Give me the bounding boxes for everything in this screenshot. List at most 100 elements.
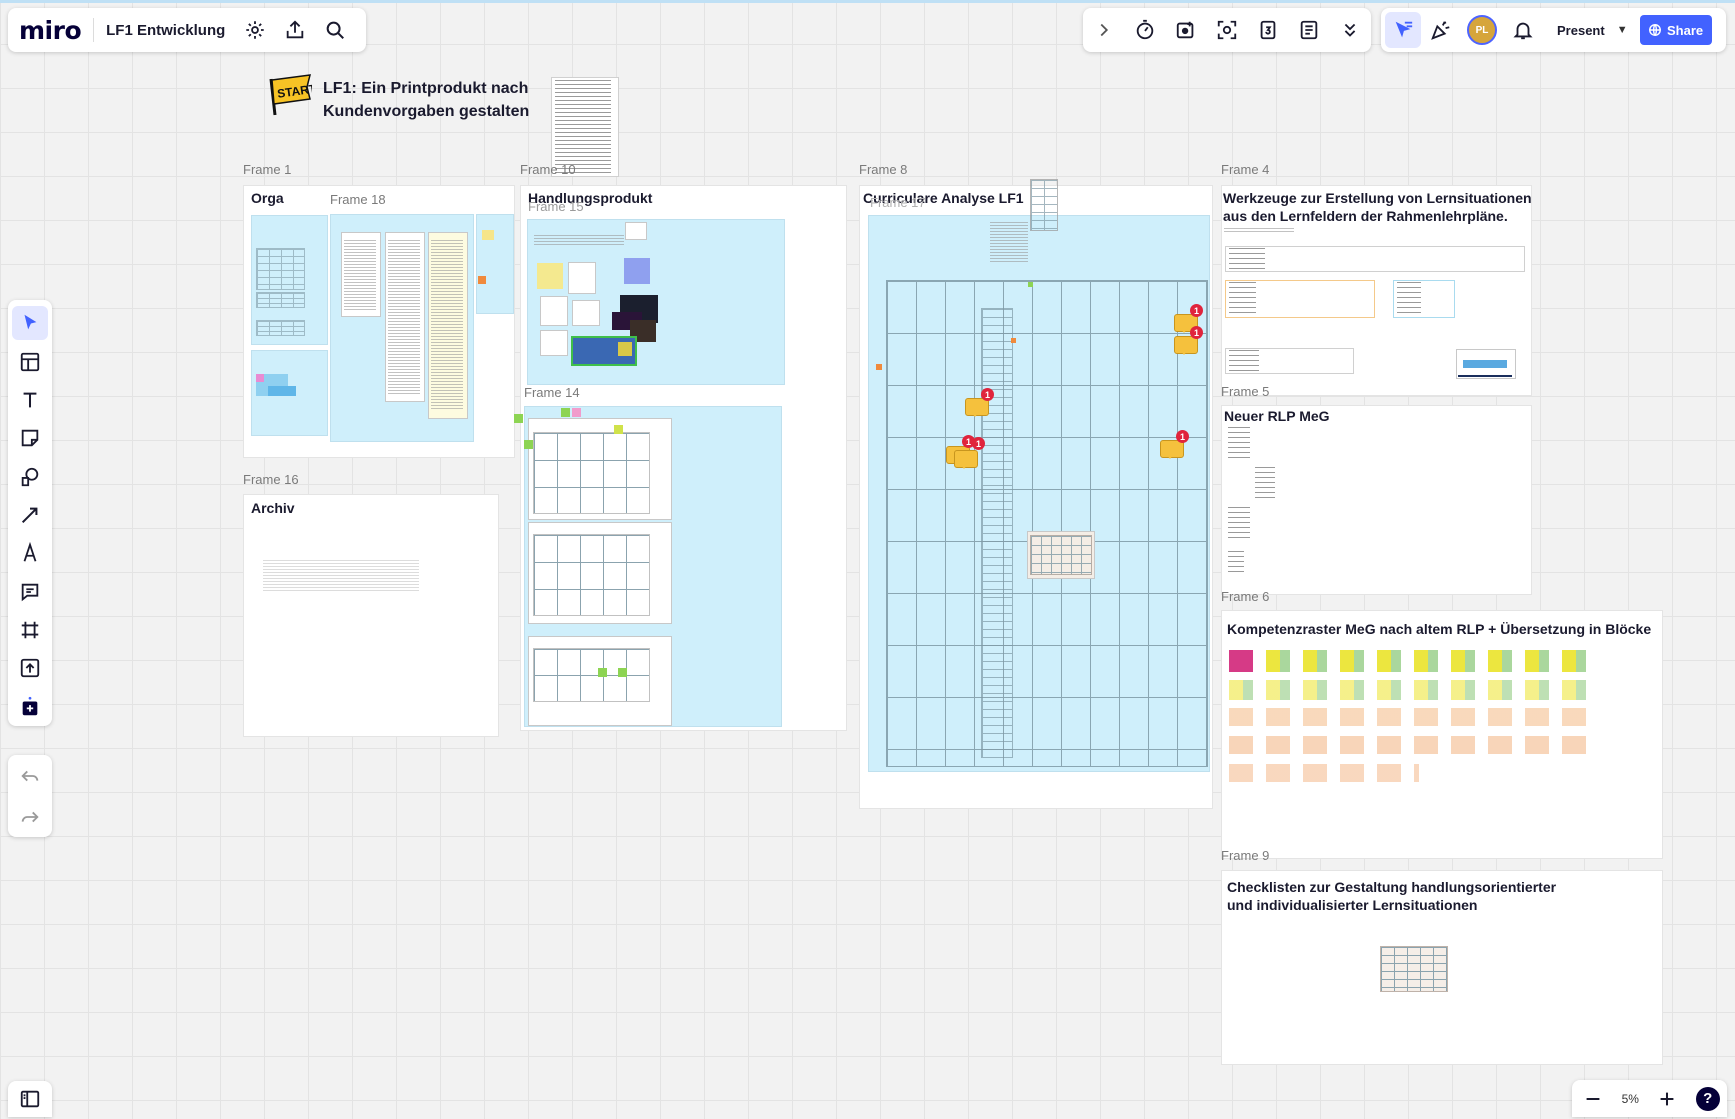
notifications-button[interactable]	[1503, 10, 1543, 50]
start-sticker[interactable]: START	[266, 73, 312, 117]
timer-button[interactable]	[1125, 10, 1165, 50]
undo-icon	[21, 770, 39, 781]
focus-button[interactable]	[1207, 10, 1247, 50]
voting-button[interactable]	[1166, 10, 1206, 50]
notes-button[interactable]	[1289, 10, 1329, 50]
frame-15-card-top[interactable]	[625, 222, 647, 240]
settings-button[interactable]	[235, 10, 275, 50]
frame-5-docs-row-d[interactable]	[1225, 550, 1245, 576]
frame-15-sticky-purple[interactable]	[624, 258, 650, 284]
upload-tool[interactable]	[12, 651, 48, 685]
voting-icon	[1176, 21, 1194, 39]
archiv-mindmap[interactable]	[263, 560, 419, 592]
present-options-chevron-down-icon[interactable]: ▼	[1617, 24, 1628, 36]
cursor-filter-button[interactable]	[1385, 12, 1421, 48]
comment-tool[interactable]	[12, 575, 48, 609]
frame-4-docs-row-a[interactable]	[1225, 246, 1525, 272]
frame-6-color-row-d[interactable]	[1229, 736, 1595, 754]
board-name[interactable]: LF1 Entwicklung	[106, 22, 225, 39]
frame-17-sticky-green[interactable]	[1028, 282, 1033, 287]
frame-4-docs-row-d[interactable]	[1225, 348, 1354, 374]
frame-1-label[interactable]: Frame 1	[243, 162, 291, 177]
miro-logo[interactable]: miro	[19, 16, 82, 45]
frame-15-card-a[interactable]	[568, 262, 596, 294]
frame-15-label[interactable]: Frame 15	[528, 199, 584, 214]
frame-4-diagram-line	[1458, 375, 1512, 377]
frame-6-color-row-e[interactable]	[1229, 764, 1419, 782]
reactions-button[interactable]	[1421, 10, 1461, 50]
frame-tool[interactable]	[12, 613, 48, 647]
frame-5-docs-row-a[interactable]	[1225, 426, 1503, 462]
frame-6-color-row-a[interactable]	[1229, 650, 1595, 672]
frame-6-kompetenzraster[interactable]	[1221, 610, 1663, 859]
frame-17-sticky-orange-b[interactable]	[1011, 338, 1016, 343]
user-avatar[interactable]: PL	[1467, 15, 1497, 45]
frame-5-docs-row-b[interactable]	[1252, 466, 1503, 498]
frame-4-label[interactable]: Frame 4	[1221, 162, 1269, 177]
frame-4-docs-row-c[interactable]	[1393, 280, 1455, 318]
frame-14-sticky-green-c[interactable]	[561, 408, 570, 417]
frame-15-image-yellow[interactable]	[618, 342, 632, 356]
export-button[interactable]	[275, 10, 315, 50]
connector-tool[interactable]	[12, 498, 48, 532]
frame-14-sticky-lime[interactable]	[614, 425, 623, 434]
frame-9-checklist-b[interactable]	[1302, 937, 1342, 1055]
frame-10-label[interactable]: Frame 10	[520, 162, 576, 177]
frame-17-curriculum-table[interactable]	[886, 280, 1208, 767]
frame-16-label[interactable]: Frame 16	[243, 472, 299, 487]
frame-16-archiv[interactable]	[243, 494, 499, 737]
sidebar-toggle-button[interactable]	[8, 1081, 52, 1117]
frame-9-checklist-a[interactable]	[1234, 932, 1276, 990]
comment-marker-e[interactable]	[954, 450, 978, 469]
pen-tool[interactable]	[12, 536, 48, 570]
frame-5-label[interactable]: Frame 5	[1221, 384, 1269, 399]
search-button[interactable]	[315, 10, 355, 50]
templates-tool[interactable]	[12, 344, 48, 378]
frame-8-small-table[interactable]	[1030, 179, 1058, 231]
frame-17-sticky-orange-a[interactable]	[876, 364, 882, 370]
frame-15-card-c[interactable]	[540, 330, 568, 356]
orga-sticky-yellow[interactable]	[482, 230, 494, 240]
expand-toolbar-button[interactable]	[1084, 10, 1124, 50]
add-apps-tool[interactable]	[12, 690, 48, 724]
redo-button[interactable]	[10, 797, 50, 837]
zoom-level[interactable]: 5%	[1622, 1092, 1639, 1106]
help-button[interactable]: ?	[1695, 1086, 1720, 1111]
frame-14-sticky-green-b[interactable]	[524, 440, 533, 449]
frame-15-card-d[interactable]	[572, 300, 600, 326]
frame-17-label[interactable]: Frame 17	[870, 195, 926, 210]
select-tool[interactable]	[12, 306, 48, 341]
frame-14-label[interactable]: Frame 14	[524, 385, 580, 400]
calendar-button[interactable]	[1248, 10, 1288, 50]
text-tool[interactable]	[12, 383, 48, 417]
frame-6-color-cell-pink[interactable]	[1229, 650, 1253, 672]
share-button[interactable]: Share	[1639, 15, 1712, 45]
present-button[interactable]: Present	[1557, 23, 1605, 38]
frame-15-card-b[interactable]	[540, 296, 568, 326]
frame-14-sticky-green-d[interactable]	[598, 668, 607, 677]
frame-14-sticky-green-e[interactable]	[618, 668, 627, 677]
frame-8-label[interactable]: Frame 8	[859, 162, 907, 177]
frame-4-docs-row-b[interactable]	[1225, 280, 1375, 318]
undo-button[interactable]	[10, 756, 50, 796]
board-title[interactable]: LF1: Ein Printprodukt nach Kundenvorgabe…	[323, 77, 529, 123]
shapes-tool[interactable]	[12, 459, 48, 493]
orga-sticky-orange[interactable]	[478, 276, 486, 284]
orga-sticky-pink[interactable]	[256, 374, 264, 382]
frame-9-checklist-table[interactable]	[1380, 946, 1448, 992]
sticky-note-tool[interactable]	[12, 421, 48, 455]
frame-9-label[interactable]: Frame 9	[1221, 848, 1269, 863]
orga-sticky-blue-b[interactable]	[268, 386, 296, 396]
orga-subframe-c[interactable]	[476, 214, 514, 314]
frame-6-color-row-c[interactable]	[1229, 708, 1595, 726]
frame-18-label[interactable]: Frame 18	[330, 192, 386, 207]
zoom-out-button[interactable]	[1579, 1079, 1607, 1119]
zoom-in-button[interactable]	[1653, 1079, 1681, 1119]
frame-15-sticky-yellow[interactable]	[537, 263, 563, 289]
frame-14-sticky-pink[interactable]	[572, 408, 581, 417]
more-tools-button[interactable]	[1330, 10, 1370, 50]
frame-5-docs-row-c[interactable]	[1225, 506, 1503, 538]
frame-6-label[interactable]: Frame 6	[1221, 589, 1269, 604]
frame-14-sticky-green-a[interactable]	[514, 414, 523, 423]
frame-6-color-row-b[interactable]	[1229, 680, 1595, 700]
